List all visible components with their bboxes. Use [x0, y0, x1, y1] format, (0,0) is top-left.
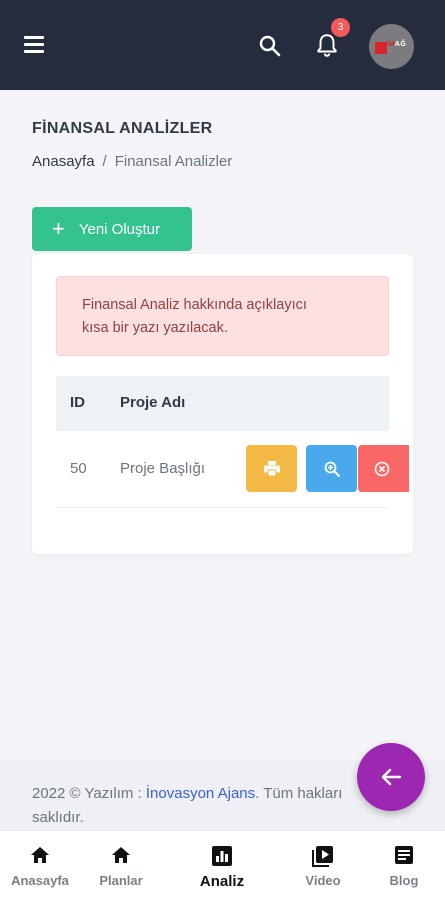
column-header-project-name: Proje Adı — [120, 394, 186, 411]
new-create-button[interactable]: + Yeni Oluştur — [32, 207, 192, 251]
print-icon — [264, 461, 280, 476]
chart-icon — [212, 846, 232, 866]
search-icon[interactable] — [258, 34, 282, 58]
zoom-button[interactable] — [306, 445, 357, 492]
home-icon — [112, 847, 130, 863]
zoom-in-icon — [324, 461, 340, 477]
close-circle-icon — [374, 461, 390, 477]
alert-line-2: kısa bir yazı yazılacak. — [82, 320, 228, 336]
page-title: FİNANSAL ANALİZLER — [32, 120, 213, 137]
nav-item-anasayfa[interactable]: Anasayfa — [0, 845, 80, 888]
back-fab-button[interactable] — [357, 743, 425, 811]
info-alert: Finansal Analiz hakkında açıklayıcı kısa… — [56, 276, 389, 356]
avatar-logo-text-a: İM — [386, 41, 395, 48]
breadcrumb: Anasayfa / Finansal Analizler — [32, 153, 232, 170]
top-bar: 3 İMAĞ — [0, 0, 445, 90]
bottom-navigation: Anasayfa Planlar Analiz Video Blog — [0, 830, 445, 900]
new-create-label: Yeni Oluştur — [78, 221, 161, 238]
nav-label-blog: Blog — [389, 873, 419, 888]
analysis-card: Finansal Analiz hakkında açıklayıcı kısa… — [32, 254, 413, 554]
avatar-logo-text-b: AĞ — [394, 41, 407, 48]
alert-line-1: Finansal Analiz hakkında açıklayıcı — [82, 297, 307, 313]
print-button[interactable] — [246, 445, 297, 492]
nav-item-analiz[interactable]: Analiz — [182, 845, 262, 890]
menu-icon[interactable] — [24, 36, 44, 54]
home-icon — [31, 847, 49, 863]
avatar[interactable]: İMAĞ — [369, 24, 414, 69]
footer-prefix: 2022 © Yazılım : — [32, 785, 146, 802]
breadcrumb-home-link[interactable]: Anasayfa — [32, 153, 95, 170]
nav-label-planlar: Planlar — [99, 873, 143, 888]
table-row: 50 Proje Başlığı — [56, 432, 409, 508]
column-header-id: ID — [70, 394, 85, 411]
delete-button[interactable] — [358, 445, 409, 492]
notification-badge: 3 — [331, 18, 350, 37]
breadcrumb-current: Finansal Analizler — [114, 153, 233, 170]
document-icon — [395, 846, 413, 864]
cell-id: 50 — [70, 460, 87, 477]
plus-icon: + — [52, 216, 65, 241]
breadcrumb-separator: / — [102, 153, 107, 170]
nav-item-video[interactable]: Video — [283, 845, 363, 888]
nav-label-anasayfa: Anasayfa — [11, 873, 69, 888]
arrow-left-icon — [381, 768, 402, 786]
nav-item-planlar[interactable]: Planlar — [81, 845, 161, 888]
cell-project-name: Proje Başlığı — [120, 460, 206, 477]
video-icon — [312, 846, 333, 867]
footer-line-2: saklıdır. — [32, 809, 84, 826]
footer-suffix: . Tüm hakları — [255, 785, 343, 802]
avatar-logo-text: İMAĞ — [386, 41, 406, 48]
nav-item-blog[interactable]: Blog — [364, 845, 444, 888]
nav-label-video: Video — [305, 873, 341, 888]
nav-label-analiz: Analiz — [199, 873, 245, 890]
footer-text: 2022 © Yazılım : İnovasyon Ajans. Tüm ha… — [32, 782, 372, 830]
table-header: ID Proje Adı — [56, 376, 389, 431]
footer-agency-link[interactable]: İnovasyon Ajans — [146, 785, 255, 802]
